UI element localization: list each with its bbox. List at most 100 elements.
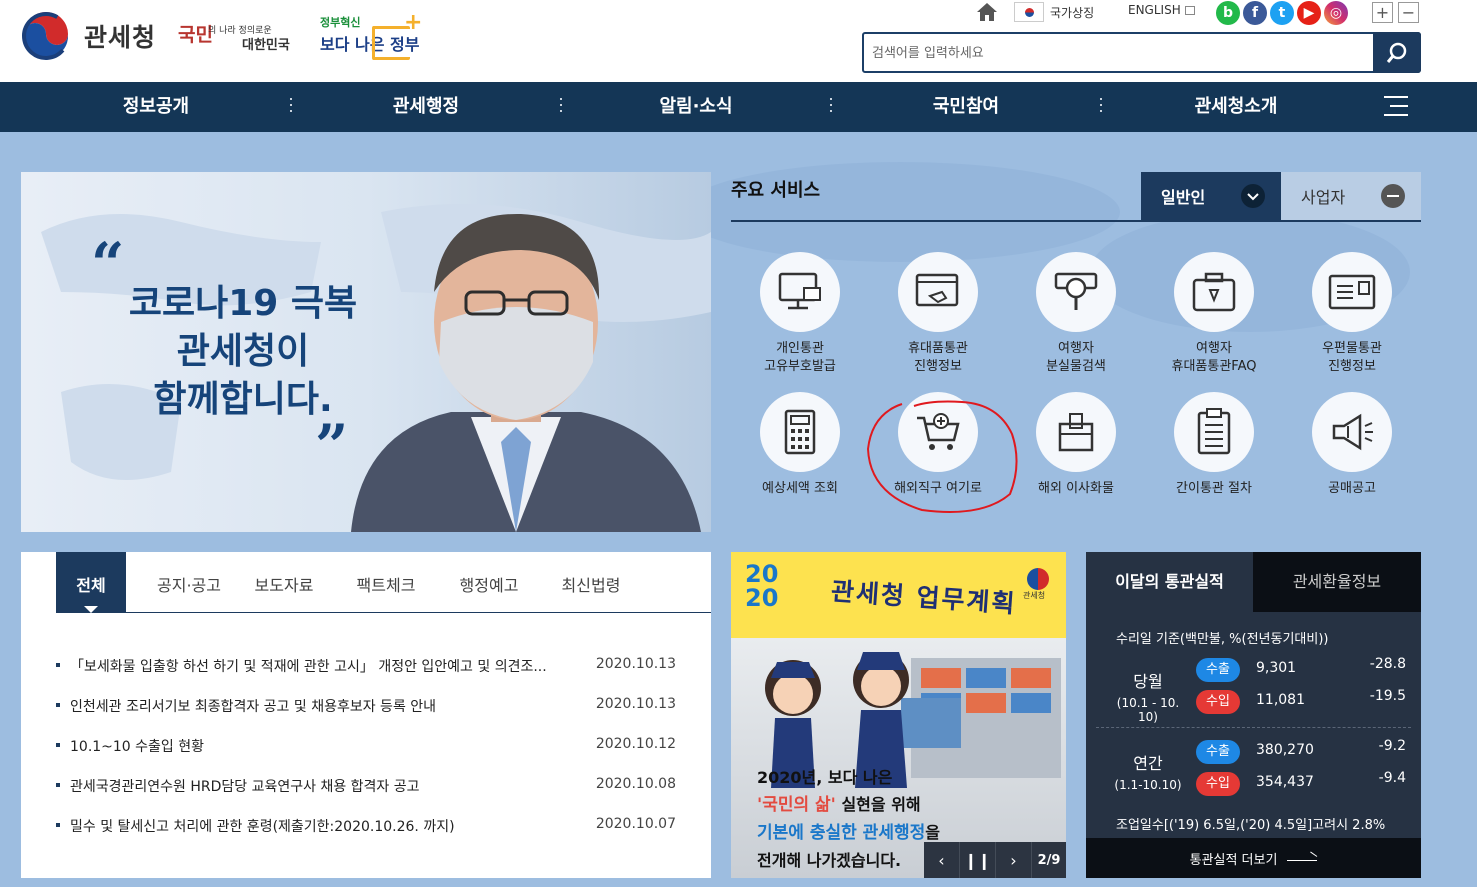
service-label: 여행자 휴대품통관FAQ <box>1171 341 1257 374</box>
notice-date: 2020.10.08 <box>595 776 676 792</box>
import-row: 수입 11,081 -19.5 <box>1196 688 1406 716</box>
chevron-down-icon <box>1241 184 1265 208</box>
import-badge: 수입 <box>1196 772 1240 796</box>
tab-exchange-rate[interactable]: 관세환율정보 <box>1253 552 1421 612</box>
new-window-icon <box>1184 5 1195 15</box>
service-label: 예상세액 조회 <box>762 481 838 496</box>
services-divider <box>731 220 1421 222</box>
bullet <box>56 823 60 827</box>
home-icon[interactable] <box>976 2 998 22</box>
service-baggage-faq[interactable]: 여행자 휴대품통관FAQ <box>1145 252 1283 376</box>
notice-title[interactable]: 밀수 및 탈세신고 처리에 관한 훈령(제출기한:2020.10.26. 까지) <box>70 816 570 836</box>
tab-announcements[interactable]: 공지·공고 <box>144 552 234 612</box>
banner-line2: 관세청이 <box>176 331 310 372</box>
import-change: -19.5 <box>1369 688 1406 704</box>
nav-participation[interactable]: 국민참여 <box>831 82 1101 132</box>
postcard-icon <box>1312 252 1392 332</box>
tab-latest-laws[interactable]: 최신법령 <box>553 552 629 612</box>
instagram-icon[interactable]: ◎ <box>1324 1 1348 25</box>
services-title: 주요 서비스 <box>731 180 821 201</box>
plan-title: 관세청 업무계획 <box>830 576 1018 619</box>
notice-tabs: 전체 공지·공고 보도자료 팩트체크 행정예고 최신법령 <box>56 552 711 613</box>
key-services: 주요 서비스 일반인 사업자 개인통관 고유부호발급 휴대품통관 진행정보 여행자 분… <box>731 172 1421 532</box>
slogan-korea: 대한민국 <box>242 38 290 53</box>
national-symbol-link[interactable]: 국가상징 <box>1014 2 1094 22</box>
tab-fact-check[interactable]: 팩트체크 <box>348 552 424 612</box>
service-baggage-progress[interactable]: 휴대품통관 진행정보 <box>869 252 1007 376</box>
period-label: 연간 (1.1-10.10) <box>1114 754 1182 792</box>
zoom-in-button[interactable]: + <box>1372 2 1393 23</box>
tab-general-label: 일반인 <box>1161 188 1206 207</box>
zoom-out-button[interactable]: − <box>1398 2 1419 23</box>
notice-title[interactable]: 관세국경관리연수원 HRD담당 교육연구사 채용 합격자 공고 <box>70 776 570 796</box>
next-button[interactable]: › <box>996 842 1032 878</box>
tab-admin-notice[interactable]: 행정예고 <box>451 552 527 612</box>
notice-title[interactable]: 「보세화물 입출항 하선 하기 및 적재에 관한 고시」 개정안 입안예고 및 … <box>70 656 570 676</box>
more-trade-stats-button[interactable]: 통관실적 더보기 <box>1086 838 1421 878</box>
bullet <box>56 663 60 667</box>
service-lost-items[interactable]: 여행자 분실물검색 <box>1007 252 1145 376</box>
nav-info-disclosure[interactable]: 정보공개 <box>21 82 291 132</box>
gov-innovation-logo[interactable]: + 정부혁신 보다 나은 정부 <box>320 10 422 62</box>
service-personal-customs-code[interactable]: 개인통관 고유부호발급 <box>731 252 869 376</box>
import-row: 수입 354,437 -9.4 <box>1196 770 1406 798</box>
service-label: 간이통관 절차 <box>1176 481 1252 496</box>
import-badge: 수입 <box>1196 690 1240 714</box>
search-input[interactable] <box>872 42 1362 64</box>
service-label: 해외 이사화물 <box>1038 481 1114 496</box>
blog-icon[interactable]: b <box>1216 1 1240 25</box>
arrow-right-icon <box>1287 855 1318 861</box>
search-icon <box>1386 42 1407 63</box>
menu-hamburger-icon[interactable] <box>1384 96 1408 118</box>
kcs-logo[interactable]: 관세청 <box>20 10 156 62</box>
export-badge: 수출 <box>1196 658 1240 682</box>
search-button[interactable] <box>1373 32 1421 73</box>
slide-counter: 2/9 <box>1037 852 1061 868</box>
service-tax-estimate[interactable]: 예상세액 조회 <box>731 392 869 498</box>
tab-press-releases[interactable]: 보도자료 <box>246 552 322 612</box>
stats-basis: 수리일 기준(백만불, %(전년동기대비)) <box>1116 632 1329 647</box>
national-symbol-label: 국가상징 <box>1050 5 1095 20</box>
tab-monthly-trade[interactable]: 이달의 통관실적 <box>1086 552 1253 612</box>
list-item[interactable]: 10.1~10 수출입 현황 2020.10.12 <box>56 732 676 772</box>
notice-title[interactable]: 10.1~10 수출입 현황 <box>70 736 570 756</box>
notice-board: 전체 공지·공고 보도자료 팩트체크 행정예고 최신법령 「보세화물 입출항 하… <box>21 552 711 878</box>
tab-business[interactable]: 사업자 <box>1281 172 1421 220</box>
service-simple-clearance[interactable]: 간이통관 절차 <box>1145 392 1283 498</box>
facebook-icon[interactable]: f <box>1243 1 1267 25</box>
service-label: 여행자 분실물검색 <box>1046 341 1106 374</box>
nav-customs-admin[interactable]: 관세행정 <box>291 82 561 132</box>
import-amount: 11,081 <box>1256 692 1305 708</box>
list-item[interactable]: 「보세화물 입출항 하선 하기 및 적재에 관한 고시」 개정안 입안예고 및 … <box>56 652 676 692</box>
tab-general-public[interactable]: 일반인 <box>1141 172 1281 220</box>
plan-year: 20 20 <box>745 560 779 612</box>
stats-year-block: 연간 (1.1-10.10) 수출 380,270 -9.2 수입 354,43… <box>1086 734 1421 810</box>
export-badge: 수출 <box>1196 740 1240 764</box>
english-link[interactable]: ENGLISH <box>1128 3 1195 17</box>
more-label: 통관실적 더보기 <box>1189 852 1278 868</box>
export-row: 수출 9,301 -28.8 <box>1196 656 1406 684</box>
pause-button[interactable]: ❙❙ <box>960 842 996 878</box>
plan-line4: 전개해 나가겠습니다. <box>757 851 902 870</box>
nav-news[interactable]: 알림·소식 <box>561 82 831 132</box>
list-item[interactable]: 밀수 및 탈세신고 처리에 관한 훈령(제출기한:2020.10.26. 까지)… <box>56 812 676 852</box>
youtube-icon[interactable]: ▶ <box>1297 1 1321 25</box>
notice-date: 2020.10.12 <box>595 736 676 752</box>
nav-about[interactable]: 관세청소개 <box>1101 82 1371 132</box>
twitter-icon[interactable]: t <box>1270 1 1294 25</box>
tab-all[interactable]: 전체 <box>56 552 126 613</box>
work-plan-banner[interactable]: 20 20 관세청 업무계획 관세청 2020년, 보다 나은 '국민의 삶' … <box>731 552 1066 878</box>
import-change: -9.4 <box>1378 770 1406 786</box>
covid-banner[interactable]: “ 코로나19 극복 관세청이 함께합니다. ” <box>21 172 711 532</box>
list-item[interactable]: 인천세관 조리서기보 최종합격자 공고 및 채용후보자 등록 안내 2020.10… <box>56 692 676 732</box>
period-label: 당월 (10.1 - 10. 10) <box>1116 672 1180 724</box>
service-moving-cargo[interactable]: 해외 이사화물 <box>1007 392 1145 498</box>
bullet <box>56 703 60 707</box>
notice-title[interactable]: 인천세관 조리서기보 최종합격자 공고 및 채용후보자 등록 안내 <box>70 696 570 716</box>
service-public-auction[interactable]: 공매공고 <box>1283 392 1421 498</box>
export-change: -9.2 <box>1378 738 1406 754</box>
service-postal-customs[interactable]: 우편물통관 진행정보 <box>1283 252 1421 376</box>
nation-slogan-logo[interactable]: 국민 의 나라 정의로운 대한민국 <box>178 18 300 56</box>
prev-button[interactable]: ‹ <box>924 842 960 878</box>
list-item[interactable]: 관세국경관리연수원 HRD담당 교육연구사 채용 합격자 공고 2020.10.0… <box>56 772 676 812</box>
